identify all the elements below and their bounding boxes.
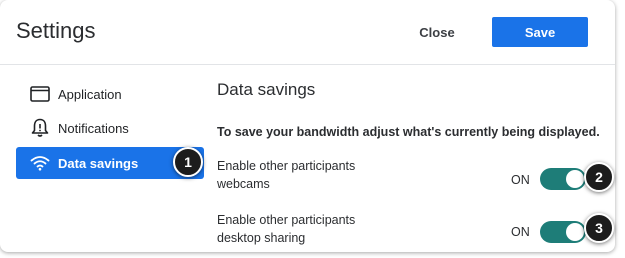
window-icon: [30, 84, 50, 104]
sidebar-item-label: Data savings: [58, 155, 139, 171]
sidebar-item-application[interactable]: Application: [16, 78, 204, 110]
sidebar-item-notifications[interactable]: Notifications: [16, 112, 204, 144]
dialog-title: Settings: [16, 18, 96, 43]
desktop-sharing-state-label: ON: [511, 225, 530, 239]
close-button[interactable]: Close: [397, 18, 477, 46]
bell-alert-icon: [30, 118, 50, 138]
desktop-sharing-toggle[interactable]: [540, 221, 586, 243]
section-title: Data savings: [217, 80, 316, 99]
section-description: To save your bandwidth adjust what's cur…: [217, 125, 600, 139]
callout-badge-3: 3: [584, 213, 614, 243]
dialog-header: Settings Close Save: [0, 0, 615, 65]
sidebar-item-label: Notifications: [58, 120, 129, 136]
settings-dialog: Settings Close Save Application Notifica…: [0, 0, 615, 252]
page: Settings Close Save Application Notifica…: [0, 0, 625, 258]
save-button[interactable]: Save: [492, 17, 588, 47]
webcams-state-label: ON: [511, 173, 530, 187]
callout-badge-2: 2: [584, 162, 614, 192]
toggle-knob: [566, 170, 584, 188]
wifi-icon: [30, 153, 50, 173]
toggle-knob: [566, 223, 584, 241]
desktop-sharing-setting-label: Enable other participants desktop sharin…: [217, 213, 356, 245]
callout-badge-1: 1: [173, 147, 203, 177]
webcams-setting-label: Enable other participants webcams: [217, 159, 356, 191]
sidebar-item-label: Application: [58, 86, 122, 102]
webcams-toggle[interactable]: [540, 168, 586, 190]
